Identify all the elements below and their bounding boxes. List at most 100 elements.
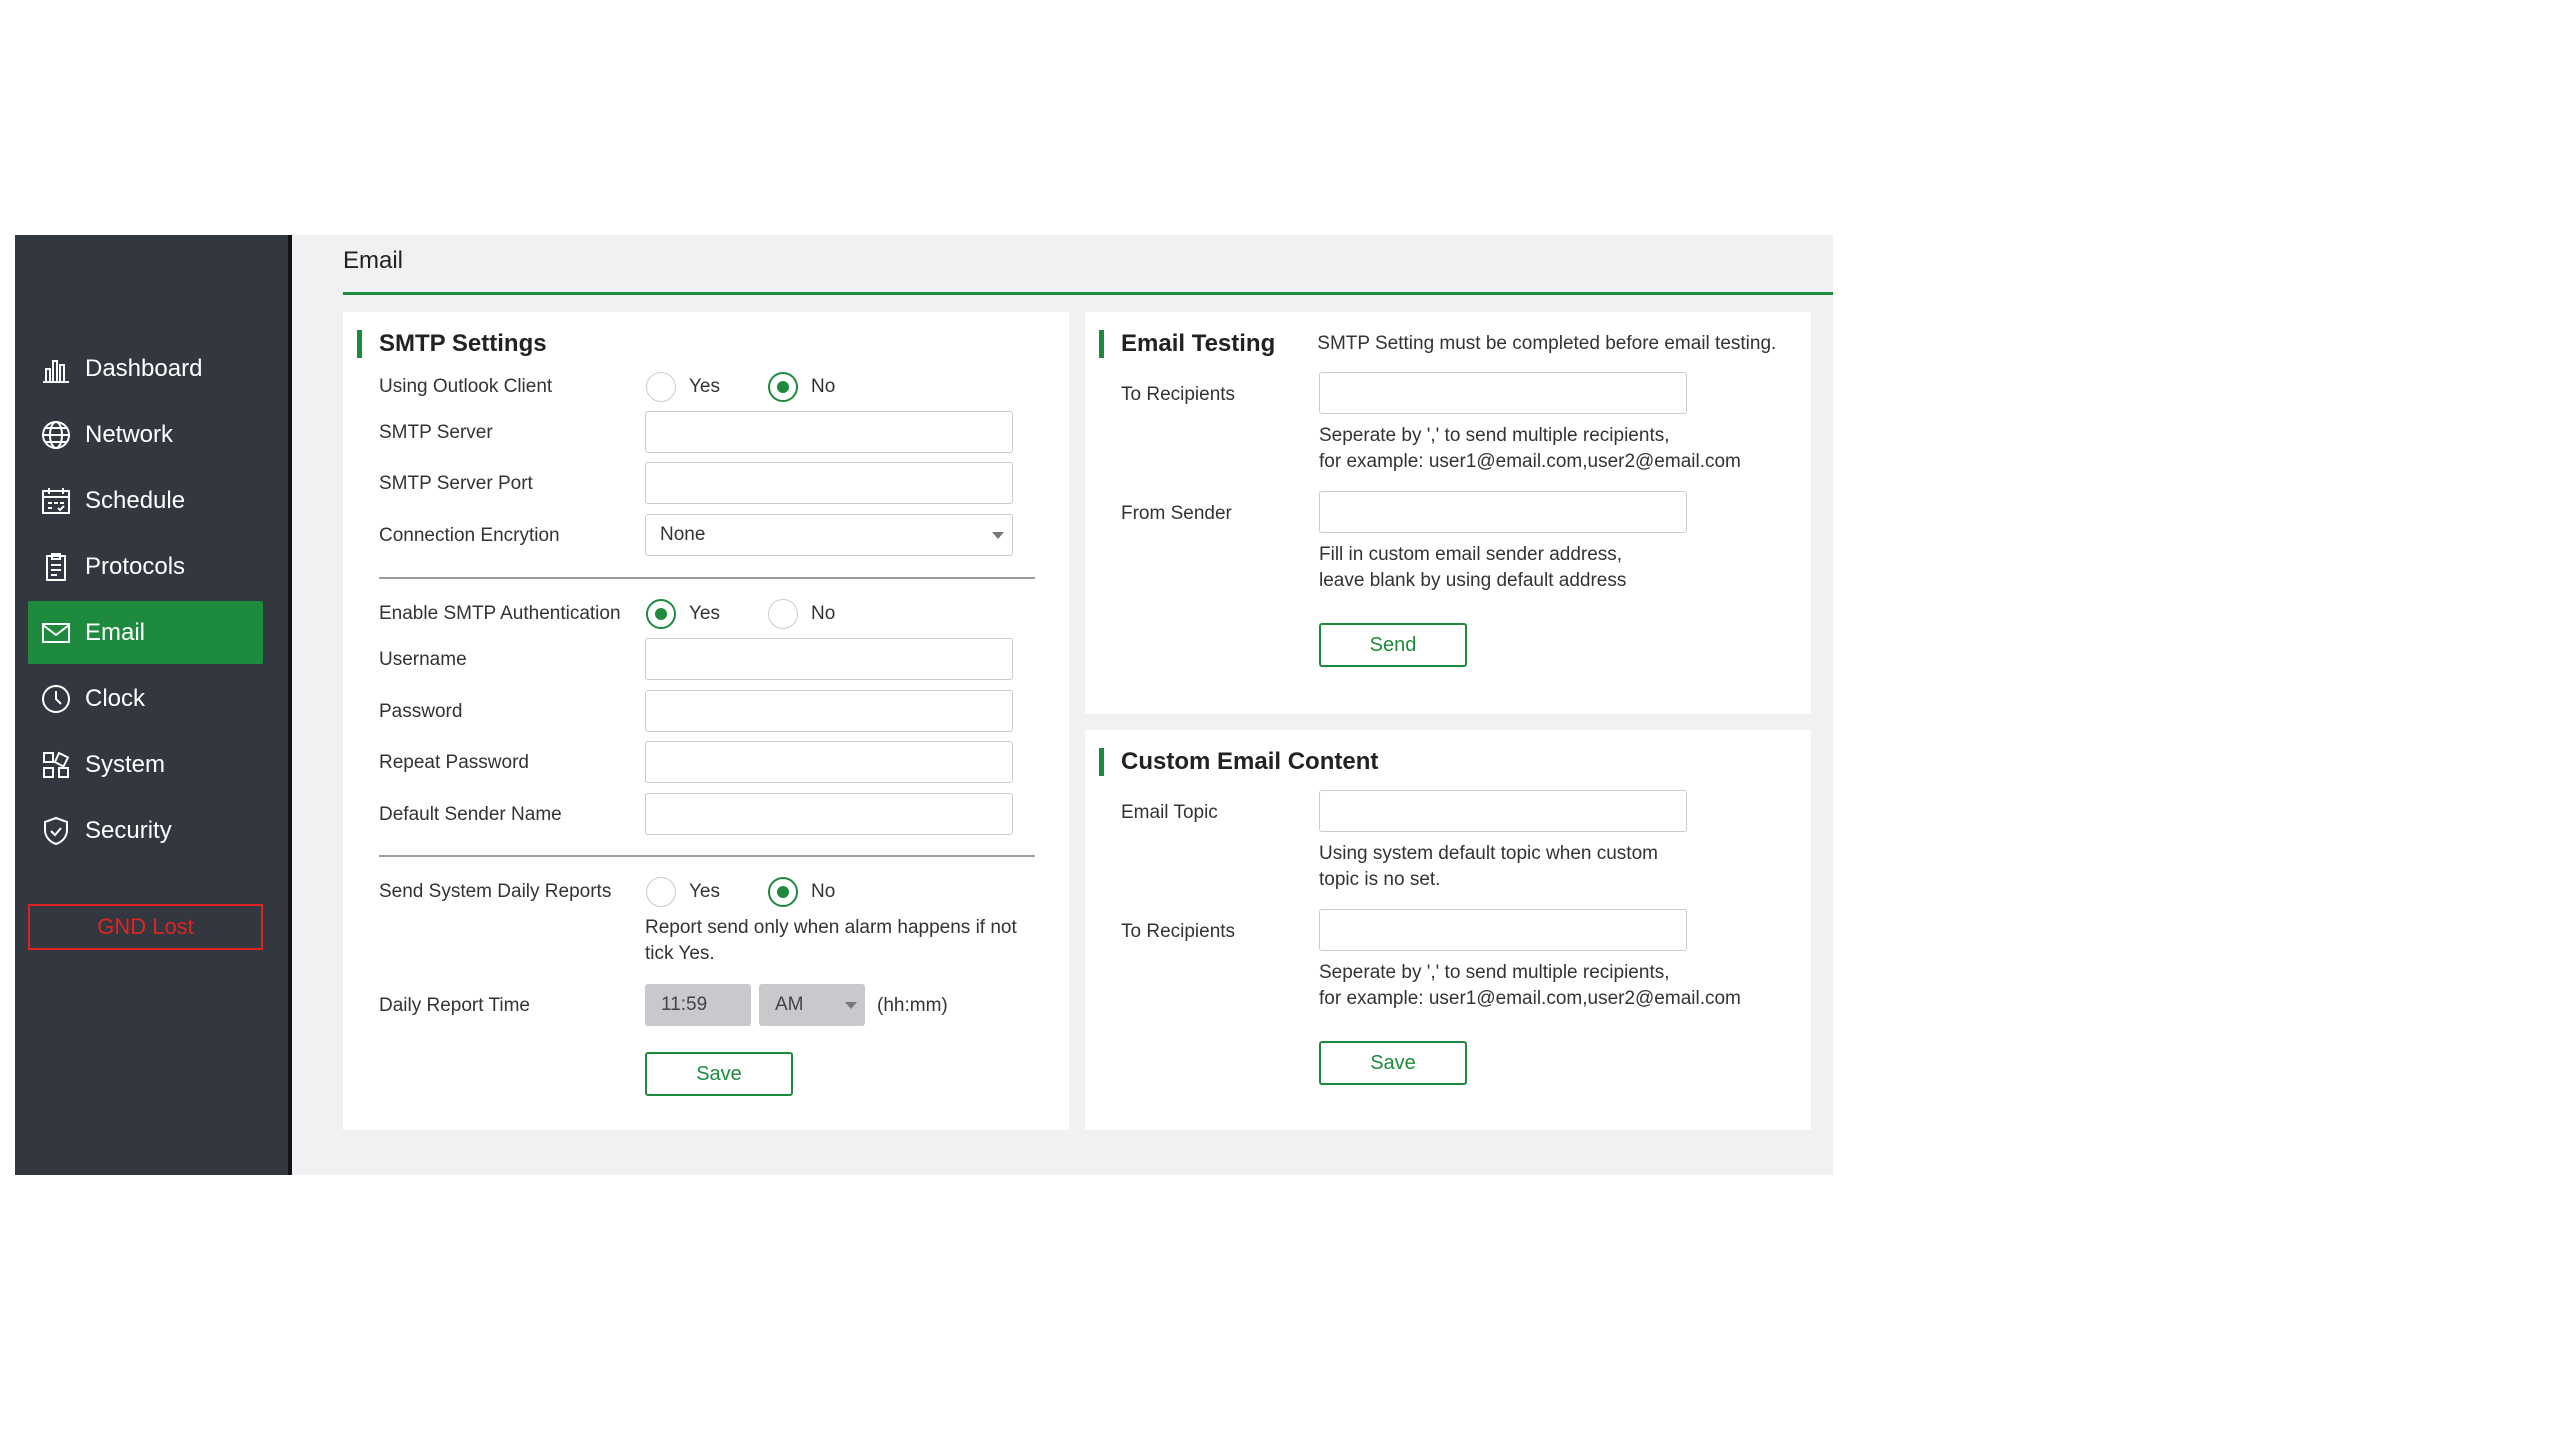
panel-accent-bar: [1099, 330, 1104, 358]
envelope-icon: [39, 616, 73, 650]
test-to-recipients-label: To Recipients: [1121, 384, 1236, 405]
sidebar-item-label: Security: [85, 816, 172, 844]
panel-title: Email Testing: [1121, 330, 1276, 357]
email-topic-label: Email Topic: [1121, 802, 1218, 823]
am-pm-select[interactable]: AM: [759, 984, 865, 1026]
auth-no-label: No: [811, 603, 836, 624]
help-line: Using system default topic when custom: [1319, 843, 1658, 864]
email-topic-help: Using system default topic when custom t…: [1319, 841, 1799, 893]
outlook-no-radio[interactable]: [768, 372, 798, 402]
page-title: Email: [343, 247, 404, 274]
from-sender-input[interactable]: [1319, 491, 1687, 533]
panel-title: Custom Email Content: [1121, 748, 1379, 775]
selected-value: AM: [775, 994, 804, 1015]
help-line: Seperate by ',' to send multiple recipie…: [1319, 425, 1670, 446]
connection-encryption-select[interactable]: None: [645, 514, 1013, 556]
password-input[interactable]: [645, 690, 1013, 732]
testing-note: SMTP Setting must be completed before em…: [1317, 333, 1777, 354]
smtp-server-label: SMTP Server: [379, 422, 493, 443]
default-sender-name-label: Default Sender Name: [379, 804, 562, 825]
auth-no-radio[interactable]: [768, 599, 798, 629]
daily-no-radio[interactable]: [768, 877, 798, 907]
smtp-port-input[interactable]: [645, 462, 1013, 504]
default-sender-name-input[interactable]: [645, 793, 1013, 835]
custom-to-recipients-label: To Recipients: [1121, 921, 1236, 942]
help-line: Fill in custom email sender address,: [1319, 544, 1623, 565]
repeat-password-input[interactable]: [645, 741, 1013, 783]
chevron-down-icon: [845, 1002, 857, 1009]
smtp-save-button[interactable]: Save: [645, 1052, 793, 1096]
sidebar-item-email[interactable]: Email: [28, 601, 263, 664]
daily-reports-label: Send System Daily Reports: [379, 881, 612, 902]
panel-accent-bar: [1099, 748, 1104, 776]
custom-to-recipients-help: Seperate by ',' to send multiple recipie…: [1319, 960, 1799, 1012]
sidebar-item-label: Network: [85, 420, 174, 448]
sidebar-item-label: Schedule: [85, 486, 186, 514]
from-sender-label: From Sender: [1121, 503, 1232, 524]
test-to-recipients-input[interactable]: [1319, 372, 1687, 414]
selected-value: None: [660, 524, 706, 545]
custom-to-recipients-input[interactable]: [1319, 909, 1687, 951]
sidebar-item-system[interactable]: System: [28, 733, 263, 796]
system-icon: [39, 748, 73, 782]
globe-icon: [39, 418, 73, 452]
daily-reports-help: Report send only when alarm happens if n…: [645, 917, 1017, 964]
sidebar-item-schedule[interactable]: Schedule: [28, 469, 263, 532]
smtp-auth-label: Enable SMTP Authentication: [379, 603, 621, 624]
custom-save-button[interactable]: Save: [1319, 1041, 1467, 1085]
daily-yes-label: Yes: [689, 881, 720, 902]
help-line: for example: user1@email.com,user2@email…: [1319, 988, 1741, 1009]
sidebar-item-label: Dashboard: [85, 354, 203, 382]
password-label: Password: [379, 701, 463, 722]
document-icon: [39, 550, 73, 584]
calendar-icon: [39, 484, 73, 518]
clock-icon: [39, 682, 73, 716]
sidebar-item-network[interactable]: Network: [28, 403, 263, 466]
section-divider: [379, 855, 1035, 857]
test-to-recipients-help: Seperate by ',' to send multiple recipie…: [1319, 423, 1799, 475]
sidebar-item-label: Protocols: [85, 552, 186, 580]
daily-no-label: No: [811, 881, 836, 902]
help-line: leave blank by using default address: [1319, 570, 1627, 591]
shield-icon: [39, 814, 73, 848]
username-input[interactable]: [645, 638, 1013, 680]
from-sender-help: Fill in custom email sender address, lea…: [1319, 542, 1799, 594]
sidebar-item-clock[interactable]: Clock: [28, 667, 263, 730]
sidebar-item-security[interactable]: Security: [28, 799, 263, 862]
smtp-server-input[interactable]: [645, 411, 1013, 453]
help-line: Seperate by ',' to send multiple recipie…: [1319, 962, 1670, 983]
outlook-client-label: Using Outlook Client: [379, 376, 553, 397]
auth-yes-label: Yes: [689, 603, 720, 624]
outlook-no-label: No: [811, 376, 836, 397]
email-testing-panel: Email Testing SMTP Setting must be compl…: [1085, 312, 1811, 714]
panel-header: Custom Email Content: [1099, 748, 1378, 776]
title-divider: [343, 292, 1833, 295]
sidebar-item-dashboard[interactable]: Dashboard: [28, 337, 263, 400]
smtp-settings-panel: SMTP Settings Using Outlook Client Yes N…: [343, 312, 1069, 1130]
help-line: for example: user1@email.com,user2@email…: [1319, 451, 1741, 472]
panel-header: SMTP Settings: [357, 330, 547, 358]
help-line: topic is no set.: [1319, 869, 1441, 890]
email-topic-input[interactable]: [1319, 790, 1687, 832]
auth-yes-radio[interactable]: [646, 599, 676, 629]
daily-yes-radio[interactable]: [646, 877, 676, 907]
outlook-yes-radio[interactable]: [646, 372, 676, 402]
smtp-port-label: SMTP Server Port: [379, 473, 533, 494]
sidebar-item-label: Email: [85, 618, 146, 646]
connection-encryption-label: Connection Encrytion: [379, 525, 560, 546]
sidebar-item-protocols[interactable]: Protocols: [28, 535, 263, 598]
repeat-password-label: Repeat Password: [379, 752, 529, 773]
outlook-yes-label: Yes: [689, 376, 720, 397]
chevron-down-icon: [992, 532, 1004, 539]
sidebar-item-label: Clock: [85, 684, 146, 712]
sidebar: Dashboard Network Schedule Protocols Ema…: [15, 235, 292, 1175]
send-test-email-button[interactable]: Send: [1319, 623, 1467, 667]
time-format-hint: (hh:mm): [877, 995, 948, 1016]
daily-report-time-label: Daily Report Time: [379, 995, 530, 1016]
panel-title: SMTP Settings: [379, 330, 547, 357]
report-time-input[interactable]: 11:59: [645, 984, 751, 1026]
panel-header: Email Testing SMTP Setting must be compl…: [1099, 330, 1776, 358]
section-divider: [379, 577, 1035, 579]
panel-accent-bar: [357, 330, 362, 358]
custom-email-content-panel: Custom Email Content Email Topic Using s…: [1085, 730, 1811, 1130]
